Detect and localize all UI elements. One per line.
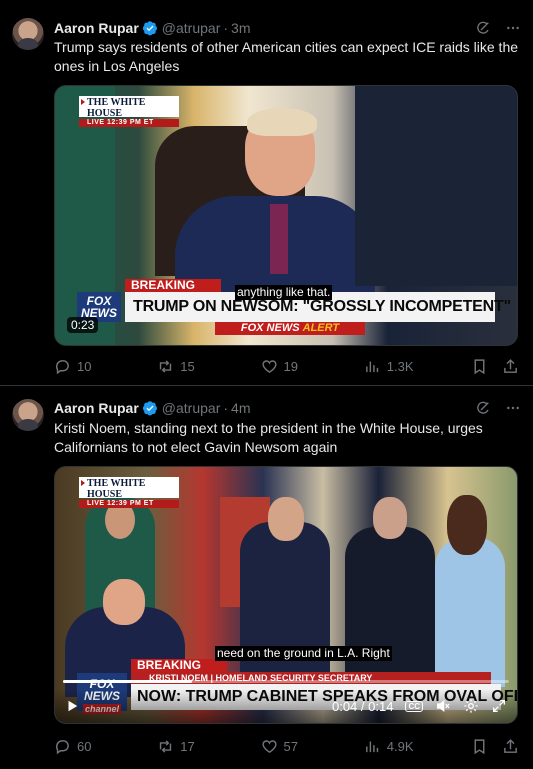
view-count: 4.9K [386, 738, 414, 754]
face-figure [268, 497, 304, 541]
timestamp[interactable]: 3m [231, 20, 250, 36]
timestamp[interactable]: 4m [231, 400, 250, 416]
captions-button[interactable]: CC [405, 700, 423, 712]
tweet[interactable]: Aaron Rupar @atrupar · 4m Kristi Noem, s… [0, 386, 533, 769]
badge-title: THE WHITE HOUSE [87, 478, 146, 500]
tweet-header: Aaron Rupar @atrupar · 4m [54, 398, 521, 418]
avatar[interactable] [12, 18, 44, 50]
man-background-figure [355, 86, 517, 286]
reply-icon [55, 739, 69, 754]
author-handle[interactable]: @atrupar [162, 400, 221, 416]
hair-figure [447, 495, 487, 555]
tweet-header: Aaron Rupar @atrupar · 3m [54, 18, 521, 38]
reply-button[interactable]: 60 [54, 738, 157, 755]
repost-button[interactable]: 15 [157, 358, 260, 375]
separator-dot: · [223, 400, 229, 416]
white-house-badge: THE WHITE HOUSE LIVE 12:39 PM ET [79, 96, 179, 127]
video-caption: need on the ground in L.A. Right [215, 646, 392, 661]
repost-count: 15 [180, 358, 195, 374]
separator-dot: · [223, 20, 229, 36]
like-button[interactable]: 19 [261, 358, 364, 375]
grok-icon[interactable] [475, 400, 491, 416]
white-house-badge: THE WHITE HOUSE LIVE 12:39 PM ET [79, 477, 179, 508]
view-count: 1.3K [386, 358, 414, 374]
grok-icon[interactable] [475, 20, 491, 36]
repost-count: 17 [180, 738, 195, 754]
alert-network: FOX NEWS [240, 322, 300, 334]
face-figure [103, 579, 145, 625]
views-button[interactable]: 4.9K [364, 738, 471, 755]
more-options-icon[interactable] [505, 20, 521, 36]
tweet-actions: 60 17 57 4.9K [54, 736, 519, 756]
woman-blue-dress-figure [435, 537, 505, 687]
video-player[interactable]: THE WHITE HOUSE LIVE 12:39 PM ET BREAKIN… [54, 466, 518, 724]
views-button[interactable]: 1.3K [364, 358, 471, 375]
tweet-text: Trump says residents of other American c… [54, 39, 519, 74]
like-count: 57 [283, 738, 298, 754]
repost-icon [160, 359, 172, 373]
fox-news-alert-bar: FOX NEWS ALERT [215, 322, 365, 335]
tweet-text: Kristi Noem, standing next to the presid… [54, 420, 483, 455]
more-options-icon[interactable] [505, 400, 521, 416]
face-figure [373, 497, 407, 539]
reply-count: 60 [77, 738, 92, 754]
like-count: 19 [283, 358, 298, 374]
video-caption: anything like that. [235, 285, 333, 300]
author-name[interactable]: Aaron Rupar [54, 400, 139, 416]
author-handle[interactable]: @atrupar [162, 20, 221, 36]
necktie-figure [270, 204, 288, 274]
video-progress-fill [63, 680, 193, 683]
fullscreen-icon[interactable] [491, 698, 507, 714]
man-glasses-figure [345, 527, 435, 687]
reply-icon [55, 359, 69, 374]
repost-button[interactable]: 17 [157, 738, 260, 755]
badge-live: LIVE 12:39 PM ET [79, 119, 179, 127]
man-standing-figure [240, 522, 330, 687]
heart-icon [261, 739, 277, 753]
share-icon[interactable] [502, 738, 519, 755]
settings-gear-icon[interactable] [463, 698, 479, 714]
video-player[interactable]: THE WHITE HOUSE LIVE 12:39 PM ET BREAKIN… [54, 85, 518, 346]
avatar[interactable] [12, 399, 44, 431]
like-button[interactable]: 57 [261, 738, 364, 755]
reply-button[interactable]: 10 [54, 358, 157, 375]
video-time: 0:04 / 0:14 [331, 698, 394, 714]
video-duration: 0:23 [67, 317, 99, 333]
analytics-icon [365, 741, 378, 752]
heart-icon [261, 359, 277, 373]
reply-count: 10 [77, 358, 92, 374]
bookmark-icon[interactable] [471, 738, 488, 755]
badge-title: THE WHITE HOUSE [87, 97, 146, 119]
repost-icon [160, 739, 172, 753]
author-name[interactable]: Aaron Rupar [54, 20, 139, 36]
tweet[interactable]: Aaron Rupar @atrupar · 3m Trump says res… [0, 0, 533, 386]
share-icon[interactable] [502, 358, 519, 375]
tweet-actions: 10 15 19 1.3K [54, 356, 519, 376]
verified-badge-icon [142, 21, 157, 36]
alert-word: ALERT [302, 322, 340, 334]
video-controls: 0:04 / 0:14 CC [55, 689, 517, 723]
hair-figure [247, 108, 317, 136]
verified-badge-icon [142, 401, 157, 416]
analytics-icon [365, 361, 378, 372]
bookmark-icon[interactable] [471, 358, 488, 375]
play-icon[interactable] [65, 699, 79, 713]
badge-live: LIVE 12:39 PM ET [79, 500, 179, 508]
mute-icon[interactable] [435, 698, 451, 714]
video-progress-bar[interactable] [63, 680, 509, 683]
